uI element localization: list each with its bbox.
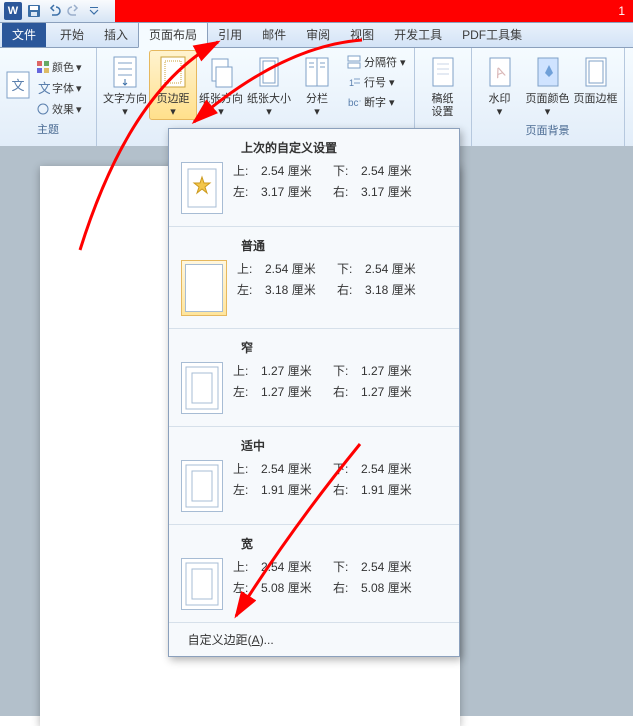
title-bar: W 1 (0, 0, 633, 23)
preset-values: 上:2.54 厘米下:2.54 厘米左:1.91 厘米右:1.91 厘米 (233, 460, 447, 498)
save-icon[interactable] (26, 3, 42, 19)
preset-values: 上:1.27 厘米下:1.27 厘米左:1.27 厘米右:1.27 厘米 (233, 362, 447, 400)
preset-title: 窄 (181, 339, 447, 356)
watermark-button[interactable]: A 水印▾ (476, 50, 524, 120)
svg-text:文: 文 (38, 81, 50, 95)
window-top-strip: 1 (115, 0, 633, 22)
orientation-button[interactable]: 纸张方向▾ (197, 50, 245, 120)
tab-8[interactable]: PDF工具集 (452, 22, 532, 47)
breaks-button[interactable]: 分隔符▾ (343, 52, 410, 72)
tab-2[interactable]: 页面布局 (138, 21, 208, 48)
tab-1[interactable]: 插入 (94, 22, 138, 47)
preset-icon (181, 260, 227, 316)
preset-icon (181, 362, 223, 414)
title-indicator: 1 (618, 4, 625, 18)
theme-effects[interactable]: 效果▾ (34, 99, 94, 119)
tab-file[interactable]: 文件 (2, 22, 46, 47)
margin-preset-1[interactable]: 普通上:2.54 厘米下:2.54 厘米左:3.18 厘米右:3.18 厘米 (169, 227, 459, 329)
margins-button[interactable]: 页边距▾ (149, 50, 197, 120)
tab-4[interactable]: 邮件 (252, 22, 296, 47)
custom-margins-item[interactable]: 自定义边距(A)... (169, 623, 459, 656)
svg-text:文: 文 (11, 78, 24, 93)
size-button[interactable]: 纸张大小▾ (245, 50, 293, 120)
tab-5[interactable]: 审阅 (296, 22, 340, 47)
svg-text:bc⁻: bc⁻ (348, 98, 361, 109)
themes-button[interactable]: 文 (2, 57, 34, 119)
preset-title: 上次的自定义设置 (181, 139, 447, 156)
tab-7[interactable]: 开发工具 (384, 22, 452, 47)
text-direction-button[interactable]: 文字方向▾ (101, 50, 149, 120)
group-label-theme: 主题 (2, 119, 94, 139)
page-borders-button[interactable]: 页面边框 (572, 50, 620, 120)
columns-button[interactable]: 分栏▾ (293, 50, 341, 120)
preset-icon (181, 460, 223, 512)
tab-0[interactable]: 开始 (50, 22, 94, 47)
svg-text:1: 1 (349, 78, 354, 88)
margin-preset-0[interactable]: 上次的自定义设置上:2.54 厘米下:2.54 厘米左:3.17 厘米右:3.1… (169, 129, 459, 227)
ribbon-tabs: 文件 开始插入页面布局引用邮件审阅视图开发工具PDF工具集 (0, 23, 633, 48)
undo-icon[interactable] (46, 3, 62, 19)
line-numbers-button[interactable]: 1行号▾ (343, 72, 410, 92)
margin-preset-2[interactable]: 窄上:1.27 厘米下:1.27 厘米左:1.27 厘米右:1.27 厘米 (169, 329, 459, 427)
theme-colors[interactable]: 颜色▾ (34, 57, 94, 77)
preset-icon (181, 558, 223, 610)
margin-preset-4[interactable]: 宽上:2.54 厘米下:2.54 厘米左:5.08 厘米右:5.08 厘米 (169, 525, 459, 623)
preset-values: 上:2.54 厘米下:2.54 厘米左:3.17 厘米右:3.17 厘米 (233, 162, 447, 200)
tab-3[interactable]: 引用 (208, 22, 252, 47)
redo-icon[interactable] (66, 3, 82, 19)
margins-dropdown: 上次的自定义设置上:2.54 厘米下:2.54 厘米左:3.17 厘米右:3.1… (168, 128, 460, 657)
page-color-button[interactable]: 页面颜色▾ (524, 50, 572, 120)
paper-settings-button[interactable]: 稿纸设置 (419, 50, 467, 120)
quick-access-toolbar (26, 3, 102, 19)
hyphenation-button[interactable]: bc⁻断字▾ (343, 92, 410, 112)
word-icon: W (4, 2, 22, 20)
preset-icon (181, 162, 223, 214)
preset-values: 上:2.54 厘米下:2.54 厘米左:5.08 厘米右:5.08 厘米 (233, 558, 447, 596)
preset-title: 适中 (181, 437, 447, 454)
group-label-pagebg: 页面背景 (476, 120, 620, 140)
preset-title: 普通 (181, 237, 447, 254)
preset-values: 上:2.54 厘米下:2.54 厘米左:3.18 厘米右:3.18 厘米 (237, 260, 447, 298)
qat-dropdown-icon[interactable] (86, 3, 102, 19)
preset-title: 宽 (181, 535, 447, 552)
theme-fonts[interactable]: 文字体▾ (34, 78, 94, 98)
tab-6[interactable]: 视图 (340, 22, 384, 47)
margin-preset-3[interactable]: 适中上:2.54 厘米下:2.54 厘米左:1.91 厘米右:1.91 厘米 (169, 427, 459, 525)
